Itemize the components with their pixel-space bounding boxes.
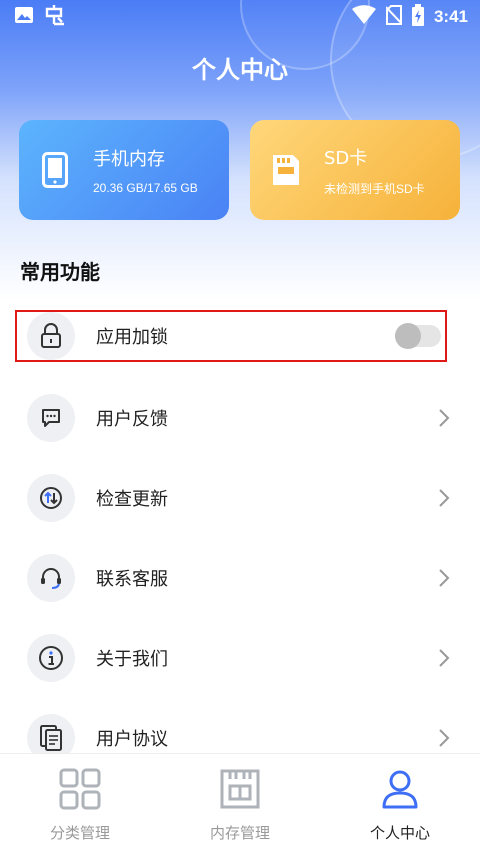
nav-memory-management[interactable]: 内存管理 <box>160 768 320 843</box>
gallery-icon <box>14 6 34 28</box>
menu-item-about-us[interactable]: 关于我们 <box>0 618 480 698</box>
sd-card-icon <box>268 152 304 188</box>
menu-list: 应用加锁 用户反馈 检查更新 联系客服 关于我们 用户协议 <box>0 298 480 778</box>
menu-label: 关于我们 <box>96 649 168 670</box>
chevron-right-icon <box>439 569 450 587</box>
update-icon <box>27 474 75 522</box>
card-title: 手机内存 <box>93 149 165 170</box>
menu-label: 联系客服 <box>96 569 168 590</box>
headset-icon <box>27 554 75 602</box>
menu-label: 用户协议 <box>96 729 168 750</box>
grid-icon <box>59 768 101 814</box>
page-title: 个人中心 <box>192 56 288 84</box>
feedback-icon <box>27 394 75 442</box>
chevron-right-icon <box>439 489 450 507</box>
lock-icon <box>27 312 75 360</box>
nav-label: 分类管理 <box>49 824 110 842</box>
menu-label: 用户反馈 <box>96 409 168 430</box>
menu-item-feedback[interactable]: 用户反馈 <box>0 378 480 458</box>
chevron-right-icon <box>439 409 450 427</box>
person-icon <box>379 768 421 814</box>
menu-label: 应用加锁 <box>96 327 168 348</box>
memory-icon <box>219 768 261 814</box>
status-bar: 3:41 <box>0 0 480 34</box>
storage-usage: 20.36 GB/17.65 GB <box>93 181 198 195</box>
app-notification-icon <box>44 4 68 30</box>
toggle-knob <box>395 323 421 349</box>
menu-label: 检查更新 <box>96 489 168 510</box>
chevron-right-icon <box>439 729 450 747</box>
sd-status: 未检测到手机SD卡 <box>324 181 425 196</box>
clock: 3:41 <box>433 7 468 26</box>
no-sim-icon <box>385 5 403 29</box>
info-icon <box>27 634 75 682</box>
chevron-right-icon <box>439 649 450 667</box>
bottom-nav: 分类管理 内存管理 个人中心 <box>0 753 480 853</box>
menu-item-app-lock[interactable]: 应用加锁 <box>15 310 447 362</box>
menu-item-check-update[interactable]: 检查更新 <box>0 458 480 538</box>
nav-personal-center[interactable]: 个人中心 <box>320 768 480 843</box>
wifi-icon <box>351 5 376 29</box>
sd-card-card[interactable]: SD卡 未检测到手机SD卡 <box>250 120 460 220</box>
phone-icon <box>37 152 73 188</box>
nav-label: 个人中心 <box>369 824 430 842</box>
nav-category-management[interactable]: 分类管理 <box>0 768 160 843</box>
section-title: 常用功能 <box>20 260 100 284</box>
nav-label: 内存管理 <box>209 824 270 842</box>
card-title: SD卡 <box>324 147 368 169</box>
app-lock-toggle[interactable] <box>395 323 441 349</box>
phone-storage-card[interactable]: 手机内存 20.36 GB/17.65 GB <box>19 120 229 220</box>
battery-icon <box>411 4 424 30</box>
menu-item-customer-service[interactable]: 联系客服 <box>0 538 480 618</box>
